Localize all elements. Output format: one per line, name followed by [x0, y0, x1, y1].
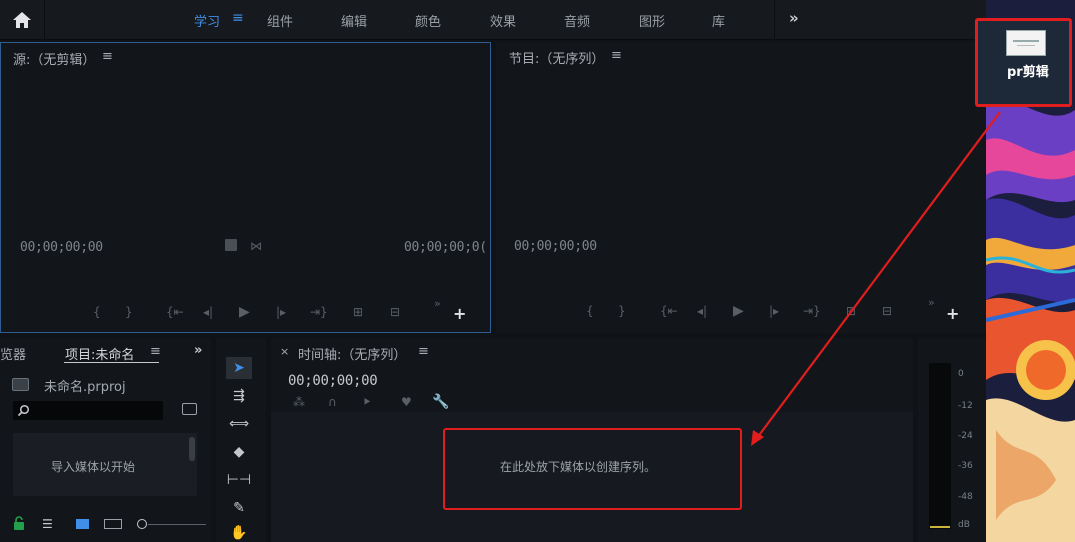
annotation-arrow	[751, 111, 1001, 446]
